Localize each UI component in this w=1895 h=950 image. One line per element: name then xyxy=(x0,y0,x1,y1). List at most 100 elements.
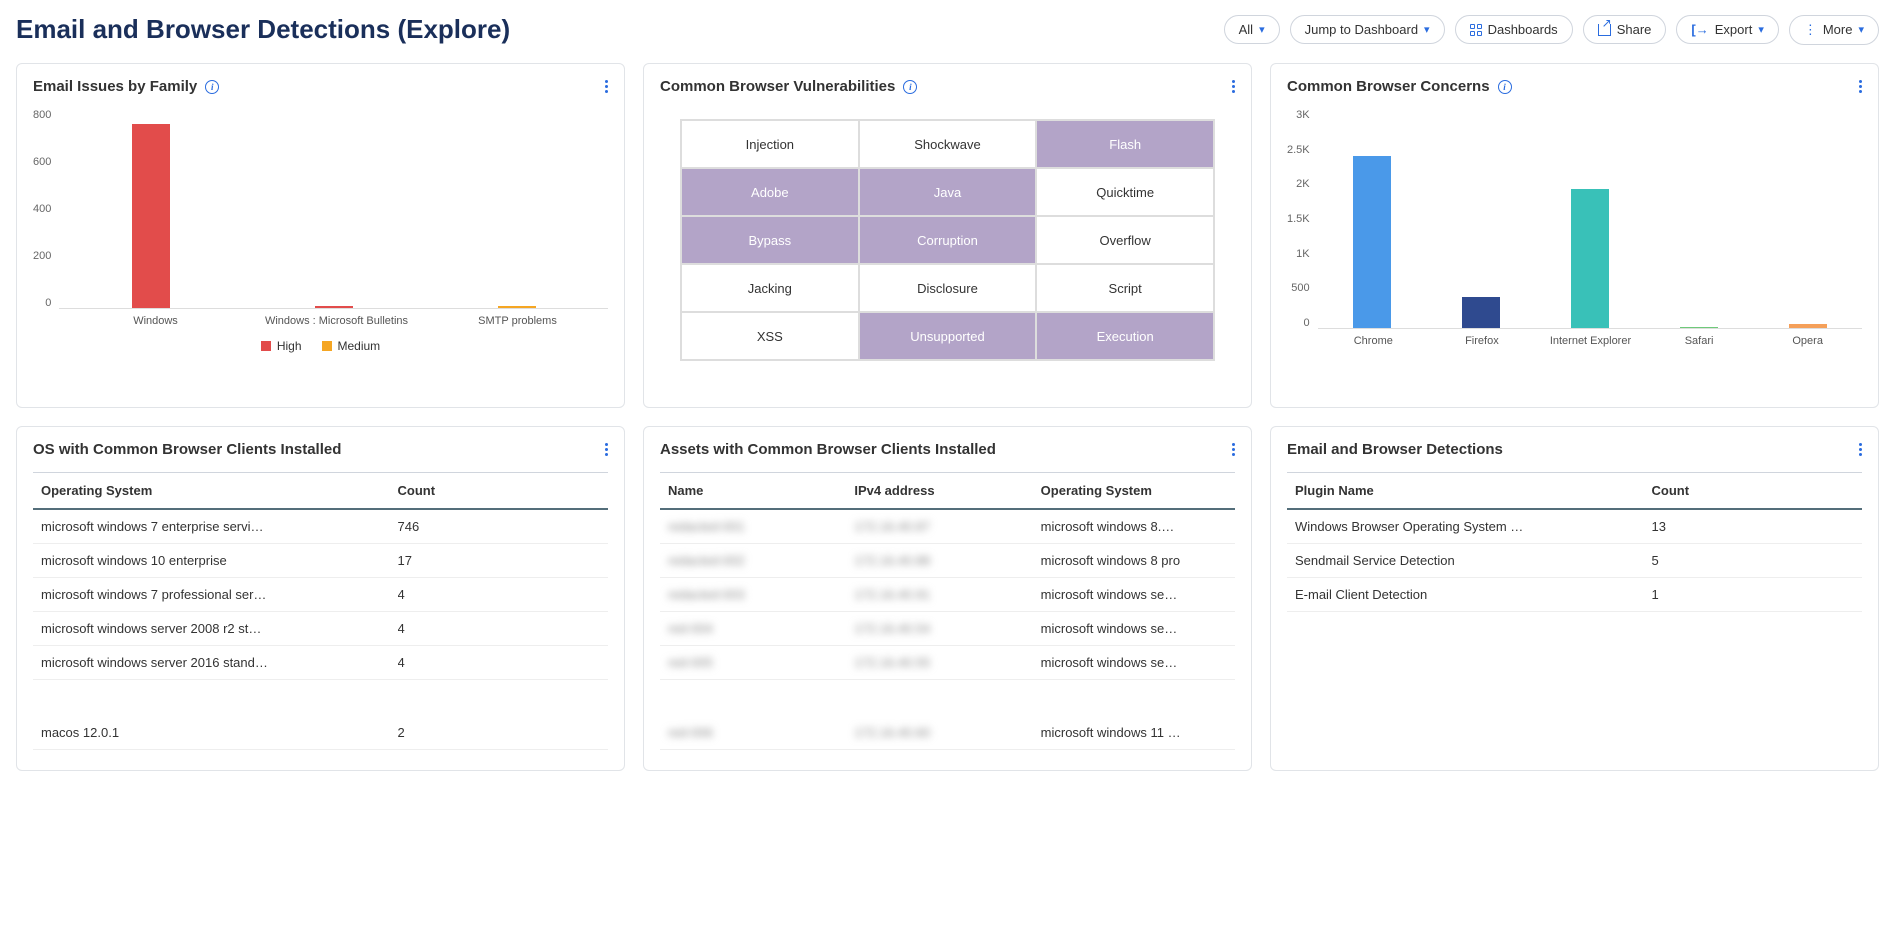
bc2-plot[interactable] xyxy=(1318,109,1862,329)
share-button[interactable]: Share xyxy=(1583,15,1667,44)
card-menu-button[interactable] xyxy=(1859,443,1862,456)
table-row[interactable]: microsoft windows 7 enterprise servi…746 xyxy=(33,510,608,544)
card-title-text: Common Browser Concerns xyxy=(1287,78,1490,95)
vuln-cell-Disclosure[interactable]: Disclosure xyxy=(859,264,1037,312)
table-row[interactable]: microsoft windows server 2016 stand…4 xyxy=(33,646,608,680)
bar-Chrome[interactable] xyxy=(1353,156,1391,328)
col-count[interactable]: Count xyxy=(1652,483,1855,498)
table-row[interactable] xyxy=(33,680,608,698)
chevron-down-icon: ▾ xyxy=(1858,23,1864,36)
export-icon: [→ xyxy=(1691,22,1708,37)
vuln-cell-Script[interactable]: Script xyxy=(1036,264,1214,312)
card-menu-button[interactable] xyxy=(1232,443,1235,456)
table-header: Operating System Count xyxy=(33,473,608,510)
swatch-high xyxy=(261,341,271,351)
card-menu-button[interactable] xyxy=(605,443,608,456)
vuln-cell-Unsupported[interactable]: Unsupported xyxy=(859,312,1037,360)
detections-table-body[interactable]: Windows Browser Operating System …13Send… xyxy=(1287,510,1862,760)
bar-Opera[interactable] xyxy=(1789,324,1827,328)
x-tick: Safari xyxy=(1645,335,1754,347)
page-title: Email and Browser Detections (Explore) xyxy=(16,14,510,45)
share-label: Share xyxy=(1617,22,1652,37)
vuln-grid: InjectionShockwaveFlash AdobeJavaQuicktim… xyxy=(680,119,1215,361)
chevron-down-icon: ▾ xyxy=(1259,23,1265,36)
table-row[interactable]: Windows Browser Operating System …13 xyxy=(1287,510,1862,544)
table-row[interactable]: microsoft windows server 2008 r2 st…4 xyxy=(33,612,608,646)
bc1-y-axis: 8006004002000 xyxy=(33,109,59,309)
info-icon[interactable]: i xyxy=(903,80,917,94)
table-row[interactable]: Sendmail Service Detection5 xyxy=(1287,544,1862,578)
bc2-y-axis: 3K2.5K2K1.5K1K5000 xyxy=(1287,109,1318,329)
col-plugin[interactable]: Plugin Name xyxy=(1295,483,1652,498)
vuln-cell-Overflow[interactable]: Overflow xyxy=(1036,216,1214,264)
vuln-cell-Corruption[interactable]: Corruption xyxy=(859,216,1037,264)
card-menu-button[interactable] xyxy=(1859,80,1862,93)
jump-dashboard-button[interactable]: Jump to Dashboard▾ xyxy=(1290,15,1445,44)
x-tick: Windows xyxy=(65,309,246,327)
table-row[interactable]: microsoft windows 10 enterprise17 xyxy=(33,544,608,578)
legend-high[interactable]: High xyxy=(261,339,302,353)
card-title-text: OS with Common Browser Clients Installed xyxy=(33,441,341,458)
vuln-cell-Flash[interactable]: Flash xyxy=(1036,120,1214,168)
table-row[interactable]: redacted-002172.16.40.88microsoft window… xyxy=(660,544,1235,578)
dashboards-label: Dashboards xyxy=(1488,22,1558,37)
vuln-cell-Quicktime[interactable]: Quicktime xyxy=(1036,168,1214,216)
table-row[interactable]: red-004172.16.40.54microsoft windows se… xyxy=(660,612,1235,646)
table-row[interactable]: macos 12.0.12 xyxy=(33,716,608,750)
card-detections: Email and Browser Detections Plugin Name… xyxy=(1270,426,1879,771)
card-menu-button[interactable] xyxy=(1232,80,1235,93)
bar-Internet Explorer[interactable] xyxy=(1571,189,1609,328)
legend-medium-label: Medium xyxy=(338,339,381,353)
col-ip[interactable]: IPv4 address xyxy=(854,483,1040,498)
table-row[interactable]: red-006172.16.40.60microsoft windows 11 … xyxy=(660,716,1235,750)
table-row[interactable] xyxy=(660,698,1235,716)
more-button[interactable]: ⋮More▾ xyxy=(1789,15,1879,45)
col-name[interactable]: Name xyxy=(668,483,854,498)
filter-all-button[interactable]: All▾ xyxy=(1224,15,1280,44)
info-icon[interactable]: i xyxy=(205,80,219,94)
table-row[interactable]: redacted-003172.16.40.91microsoft window… xyxy=(660,578,1235,612)
info-icon[interactable]: i xyxy=(1498,80,1512,94)
assets-table-body[interactable]: redacted-001172.16.40.87microsoft window… xyxy=(660,510,1235,760)
x-tick: Chrome xyxy=(1319,335,1428,347)
table-row[interactable]: E-mail Client Detection1 xyxy=(1287,578,1862,612)
card-title-text: Common Browser Vulnerabilities xyxy=(660,78,895,95)
table-row[interactable] xyxy=(660,680,1235,698)
card-menu-button[interactable] xyxy=(605,80,608,93)
table-row[interactable]: redacted-001172.16.40.87microsoft window… xyxy=(660,510,1235,544)
vuln-cell-Jacking[interactable]: Jacking xyxy=(681,264,859,312)
vuln-cell-Adobe[interactable]: Adobe xyxy=(681,168,859,216)
bar-group xyxy=(59,109,242,308)
bar-group xyxy=(425,109,608,308)
os-table-body[interactable]: microsoft windows 7 enterprise servi…746… xyxy=(33,510,608,760)
table-row[interactable]: microsoft windows 7 professional ser…4 xyxy=(33,578,608,612)
bc1-plot[interactable] xyxy=(59,109,608,309)
x-tick: Firefox xyxy=(1428,335,1537,347)
table-row[interactable] xyxy=(33,698,608,716)
vuln-cell-XSS[interactable]: XSS xyxy=(681,312,859,360)
vuln-cell-Injection[interactable]: Injection xyxy=(681,120,859,168)
bar-Safari[interactable] xyxy=(1680,327,1718,328)
bar-Windows-High[interactable] xyxy=(132,124,170,308)
col-os[interactable]: Operating System xyxy=(1041,483,1227,498)
bc2-x-axis: ChromeFirefoxInternet ExplorerSafariOper… xyxy=(1319,329,1862,347)
card-email-issues: Email Issues by Familyi 8006004002000 Wi… xyxy=(16,63,625,408)
export-button[interactable]: [→Export▾ xyxy=(1676,15,1778,44)
bar-SMTP problems-Medium[interactable] xyxy=(498,306,536,308)
bar-Windows : Microsoft Bulletins-High[interactable] xyxy=(315,306,353,308)
dashboards-button[interactable]: Dashboards xyxy=(1455,15,1573,44)
col-count[interactable]: Count xyxy=(398,483,601,498)
vuln-cell-Shockwave[interactable]: Shockwave xyxy=(859,120,1037,168)
table-row[interactable]: red-005172.16.40.55microsoft windows se… xyxy=(660,646,1235,680)
vuln-cell-Bypass[interactable]: Bypass xyxy=(681,216,859,264)
vuln-cell-Execution[interactable]: Execution xyxy=(1036,312,1214,360)
header-actions: All▾ Jump to Dashboard▾ Dashboards Share… xyxy=(1224,15,1879,45)
vuln-cell-Java[interactable]: Java xyxy=(859,168,1037,216)
bar-Firefox[interactable] xyxy=(1462,297,1500,328)
x-tick: Opera xyxy=(1753,335,1862,347)
legend-medium[interactable]: Medium xyxy=(322,339,381,353)
table-header: Plugin Name Count xyxy=(1287,473,1862,510)
card-title-text: Email and Browser Detections xyxy=(1287,441,1503,458)
export-label: Export xyxy=(1715,22,1753,37)
col-os[interactable]: Operating System xyxy=(41,483,398,498)
